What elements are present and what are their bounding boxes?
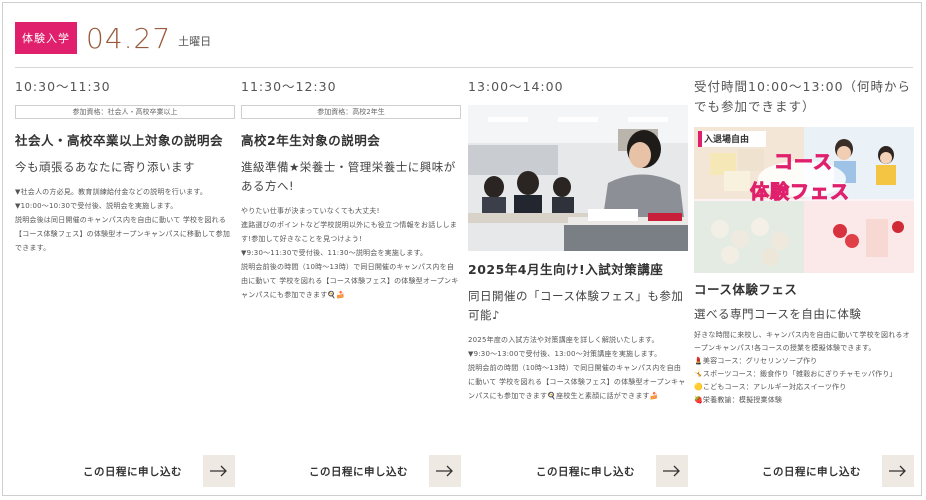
session-title: 2025年4月生向け!入試対策講座	[468, 262, 664, 277]
event-header: 体験入学 04.27 土曜日	[15, 21, 211, 55]
description-line: 💄美容コース：グリセリンソープ作り	[694, 357, 818, 365]
session-subtitle: 進級準備★栄養士・管理栄養士に興味がある方へ!	[241, 160, 456, 193]
arrow-right-icon[interactable]	[203, 455, 235, 487]
description-line: やりたい仕事が決まっていなくても大丈夫!	[241, 207, 380, 215]
apply-button-4[interactable]: この日程に申し込む	[694, 455, 914, 487]
day-of-week: 土曜日	[178, 35, 212, 48]
session-column-3: 13:00〜14:00 2025年4月生向け!入試対策講座 同日開催の「コース体…	[468, 73, 688, 403]
description-line: ▼社会人の方必見。教育訓練給付金などの説明を行います。	[15, 188, 208, 196]
session-description: 2025年度の入試方法や対策講座を詳しく解説いたします。 ▼9:30〜13:00…	[468, 333, 688, 403]
session-description: ▼社会人の方必見。教育訓練給付金などの説明を行います。 ▼10:00〜10:30…	[15, 185, 235, 255]
description-line: 2025年度の入試方法や対策講座を詳しく解説いたします。	[468, 336, 659, 344]
description-line: ▼9:30〜13:00で受付後、13:00〜対策講座を実施します。	[468, 350, 662, 358]
description-line: 🟡こどもコース：アレルギー対応スイーツ作り	[694, 383, 847, 391]
session-subtitle: 同日開催の「コース体験フェス」も参加可能♪	[468, 289, 684, 322]
description-line: 説明会後は同日開催のキャンパス内を自由に動いて 学校を図れる【コース体験フェス】…	[15, 216, 231, 252]
description-line: 好きな時間に来校し、キャンパス内を自由に動いて学校を図れるオープンキャンパス!各…	[694, 331, 910, 352]
course-fes-banner: 入退場自由 コース 体験フェス	[694, 127, 914, 273]
apply-label[interactable]: この日程に申し込む	[762, 464, 861, 479]
session-title: 高校2年生対象の説明会	[241, 133, 381, 148]
apply-label[interactable]: この日程に申し込む	[309, 464, 408, 479]
arrow-right-icon[interactable]	[656, 455, 688, 487]
promo-tag: 入退場自由	[704, 135, 750, 145]
arrow-right-icon[interactable]	[429, 455, 461, 487]
session-time: 10:30〜11:30	[15, 79, 111, 94]
session-title: 社会人・高校卒業以上対象の説明会	[15, 133, 224, 148]
session-time: 11:30〜12:30	[241, 79, 337, 94]
description-line: 説明会前後の時間（10時〜13時）で同日開催のキャンパス内を自由に動いて 学校を…	[241, 263, 459, 299]
session-description: 好きな時間に来校し、キャンパス内を自由に動いて学校を図れるオープンキャンパス!各…	[694, 329, 914, 407]
event-card: 体験入学 04.27 土曜日 10:30〜11:30 参加資格：社会人・高校卒業…	[2, 2, 922, 496]
classroom-photo-illustration	[468, 105, 688, 251]
header-divider	[15, 67, 913, 68]
apply-button-1[interactable]: この日程に申し込む	[15, 455, 235, 487]
session-column-1: 10:30〜11:30 参加資格：社会人・高校卒業以上 社会人・高校卒業以上対象…	[15, 73, 235, 255]
category-badge: 体験入学	[15, 22, 77, 54]
description-line: 🤸スポーツコース：鍛食作り「雑穀おにぎりチャモッパ作り」	[694, 370, 897, 378]
session-subtitle: 今も頑張るあなたに寄り添います	[15, 160, 195, 174]
classroom-photo	[468, 105, 688, 251]
session-subtitle: 選べる専門コースを自由に体験	[694, 307, 862, 321]
promo-title-line-2: 体験フェス	[749, 181, 851, 204]
description-line: 説明会前の時間（10時〜13時）で同日開催のキャンパス内を自由に動いて 学校を図…	[468, 364, 686, 400]
qualification-label: 参加資格：高校2年生	[241, 105, 461, 119]
event-date: 04.27	[86, 21, 172, 55]
apply-button-2[interactable]: この日程に申し込む	[241, 455, 461, 487]
session-column-4: 受付時間10:00〜13:00（何時からでも参加できます） 入退場自由 コース …	[694, 73, 914, 407]
session-time: 受付時間10:00〜13:00（何時からでも参加できます）	[694, 79, 912, 114]
apply-button-3[interactable]: この日程に申し込む	[468, 455, 688, 487]
apply-label[interactable]: この日程に申し込む	[536, 464, 635, 479]
description-line: 🍓栄養教諭：模擬授業体験	[694, 396, 783, 404]
session-title: コース体験フェス	[694, 282, 798, 297]
promo-title-line-1: コース	[773, 151, 834, 174]
session-time: 13:00〜14:00	[468, 79, 564, 94]
apply-label[interactable]: この日程に申し込む	[83, 464, 182, 479]
description-line: ▼10:00〜10:30で受付後、説明会を実施します。	[15, 202, 178, 210]
description-line: 進路選びのポイントなど学校説明以外にも役立つ情報をお話しします!参加して好きなこ…	[241, 221, 457, 243]
qualification-label: 参加資格：社会人・高校卒業以上	[15, 105, 235, 119]
description-line: ▼9:30〜11:30で受付後、11:30〜説明会を実施します。	[241, 249, 428, 257]
session-column-2: 11:30〜12:30 参加資格：高校2年生 高校2年生対象の説明会 進級準備★…	[241, 73, 461, 302]
arrow-right-icon[interactable]	[882, 455, 914, 487]
session-description: やりたい仕事が決まっていなくても大丈夫! 進路選びのポイントなど学校説明以外にも…	[241, 204, 461, 302]
